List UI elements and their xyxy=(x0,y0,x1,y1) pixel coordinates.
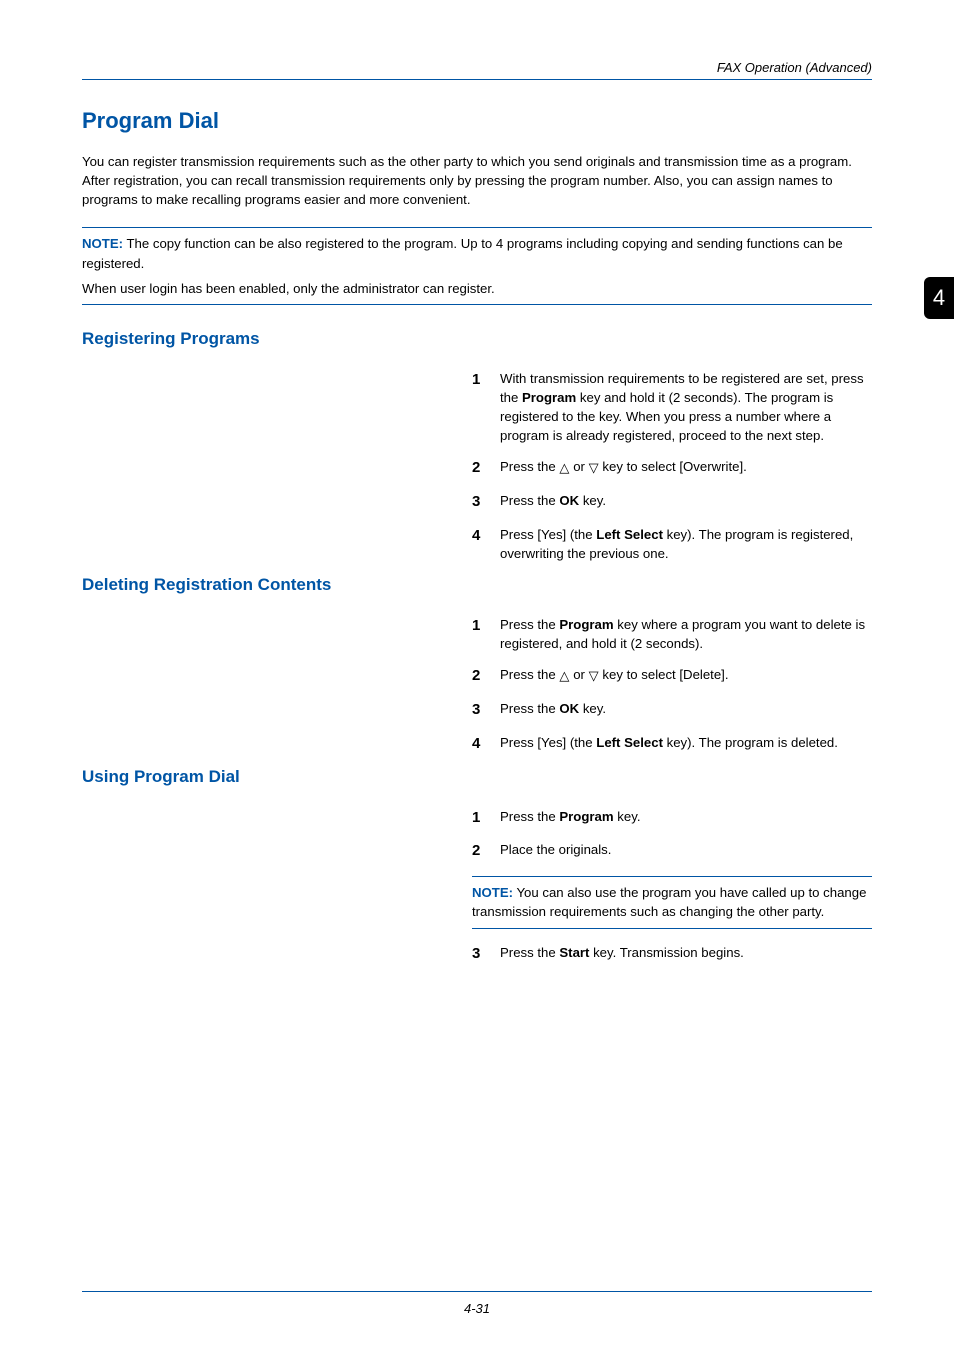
step-body: Press [Yes] (the Left Select key). The p… xyxy=(500,733,872,752)
page: FAX Operation (Advanced) Program Dial Yo… xyxy=(0,0,954,1350)
note-label: NOTE: xyxy=(82,236,123,251)
section-title-using: Using Program Dial xyxy=(82,767,872,787)
page-title: Program Dial xyxy=(82,108,872,134)
step-number: 3 xyxy=(472,491,500,513)
step: 2 Press the △ or ▽ key to select [Overwr… xyxy=(472,457,872,479)
deleting-steps: 1 Press the Program key where a program … xyxy=(472,615,872,755)
step-body: With transmission requirements to be reg… xyxy=(500,369,872,446)
step-body: Press the Start key. Transmission begins… xyxy=(500,943,872,962)
using-steps: 1 Press the Program key. 2 Place the ori… xyxy=(472,807,872,965)
step: 2 Place the originals. xyxy=(472,840,872,862)
step-body: Press [Yes] (the Left Select key). The p… xyxy=(500,525,872,563)
footer-page-number: 4-31 xyxy=(0,1301,954,1316)
note-text-1: The copy function can be also registered… xyxy=(82,236,843,270)
step-number: 2 xyxy=(472,665,500,687)
up-triangle-icon: △ xyxy=(559,666,569,685)
step: 3 Press the Start key. Transmission begi… xyxy=(472,943,872,965)
step-number: 2 xyxy=(472,840,500,862)
section-title-registering: Registering Programs xyxy=(82,329,872,349)
step-number: 4 xyxy=(472,525,500,547)
down-triangle-icon: ▽ xyxy=(589,458,599,477)
step: 1 Press the Program key where a program … xyxy=(472,615,872,653)
step-number: 1 xyxy=(472,369,500,391)
header-section-title: FAX Operation (Advanced) xyxy=(82,60,872,79)
step: 3 Press the OK key. xyxy=(472,699,872,721)
step-number: 3 xyxy=(472,699,500,721)
note-label: NOTE: xyxy=(472,885,513,900)
down-triangle-icon: ▽ xyxy=(589,666,599,685)
chapter-tab: 4 xyxy=(924,277,954,319)
step-body: Press the △ or ▽ key to select [Delete]. xyxy=(500,665,872,684)
step-number: 1 xyxy=(472,807,500,829)
top-note: NOTE: The copy function can be also regi… xyxy=(82,227,872,304)
step: 3 Press the OK key. xyxy=(472,491,872,513)
note-line-1: NOTE: The copy function can be also regi… xyxy=(82,234,872,272)
note-line-2: When user login has been enabled, only t… xyxy=(82,279,872,298)
step-body: Press the OK key. xyxy=(500,491,872,510)
footer-rule xyxy=(82,1291,872,1292)
step-body: Press the △ or ▽ key to select [Overwrit… xyxy=(500,457,872,476)
step: 1 With transmission requirements to be r… xyxy=(472,369,872,446)
intro-paragraph: You can register transmission requiremen… xyxy=(82,152,872,209)
section-title-deleting: Deleting Registration Contents xyxy=(82,575,872,595)
using-note-text: You can also use the program you have ca… xyxy=(472,885,866,919)
step-body: Press the OK key. xyxy=(500,699,872,718)
step-number: 2 xyxy=(472,457,500,479)
using-note: NOTE: You can also use the program you h… xyxy=(472,876,872,928)
step: 4 Press [Yes] (the Left Select key). The… xyxy=(472,525,872,563)
step-number: 3 xyxy=(472,943,500,965)
step-number: 4 xyxy=(472,733,500,755)
step: 1 Press the Program key. xyxy=(472,807,872,829)
step: 2 Press the △ or ▽ key to select [Delete… xyxy=(472,665,872,687)
registering-steps: 1 With transmission requirements to be r… xyxy=(472,369,872,563)
step-number: 1 xyxy=(472,615,500,637)
step-body: Press the Program key where a program yo… xyxy=(500,615,872,653)
step-body: Press the Program key. xyxy=(500,807,872,826)
step: 4 Press [Yes] (the Left Select key). The… xyxy=(472,733,872,755)
up-triangle-icon: △ xyxy=(559,458,569,477)
header-rule xyxy=(82,79,872,80)
step-body: Place the originals. xyxy=(500,840,872,859)
